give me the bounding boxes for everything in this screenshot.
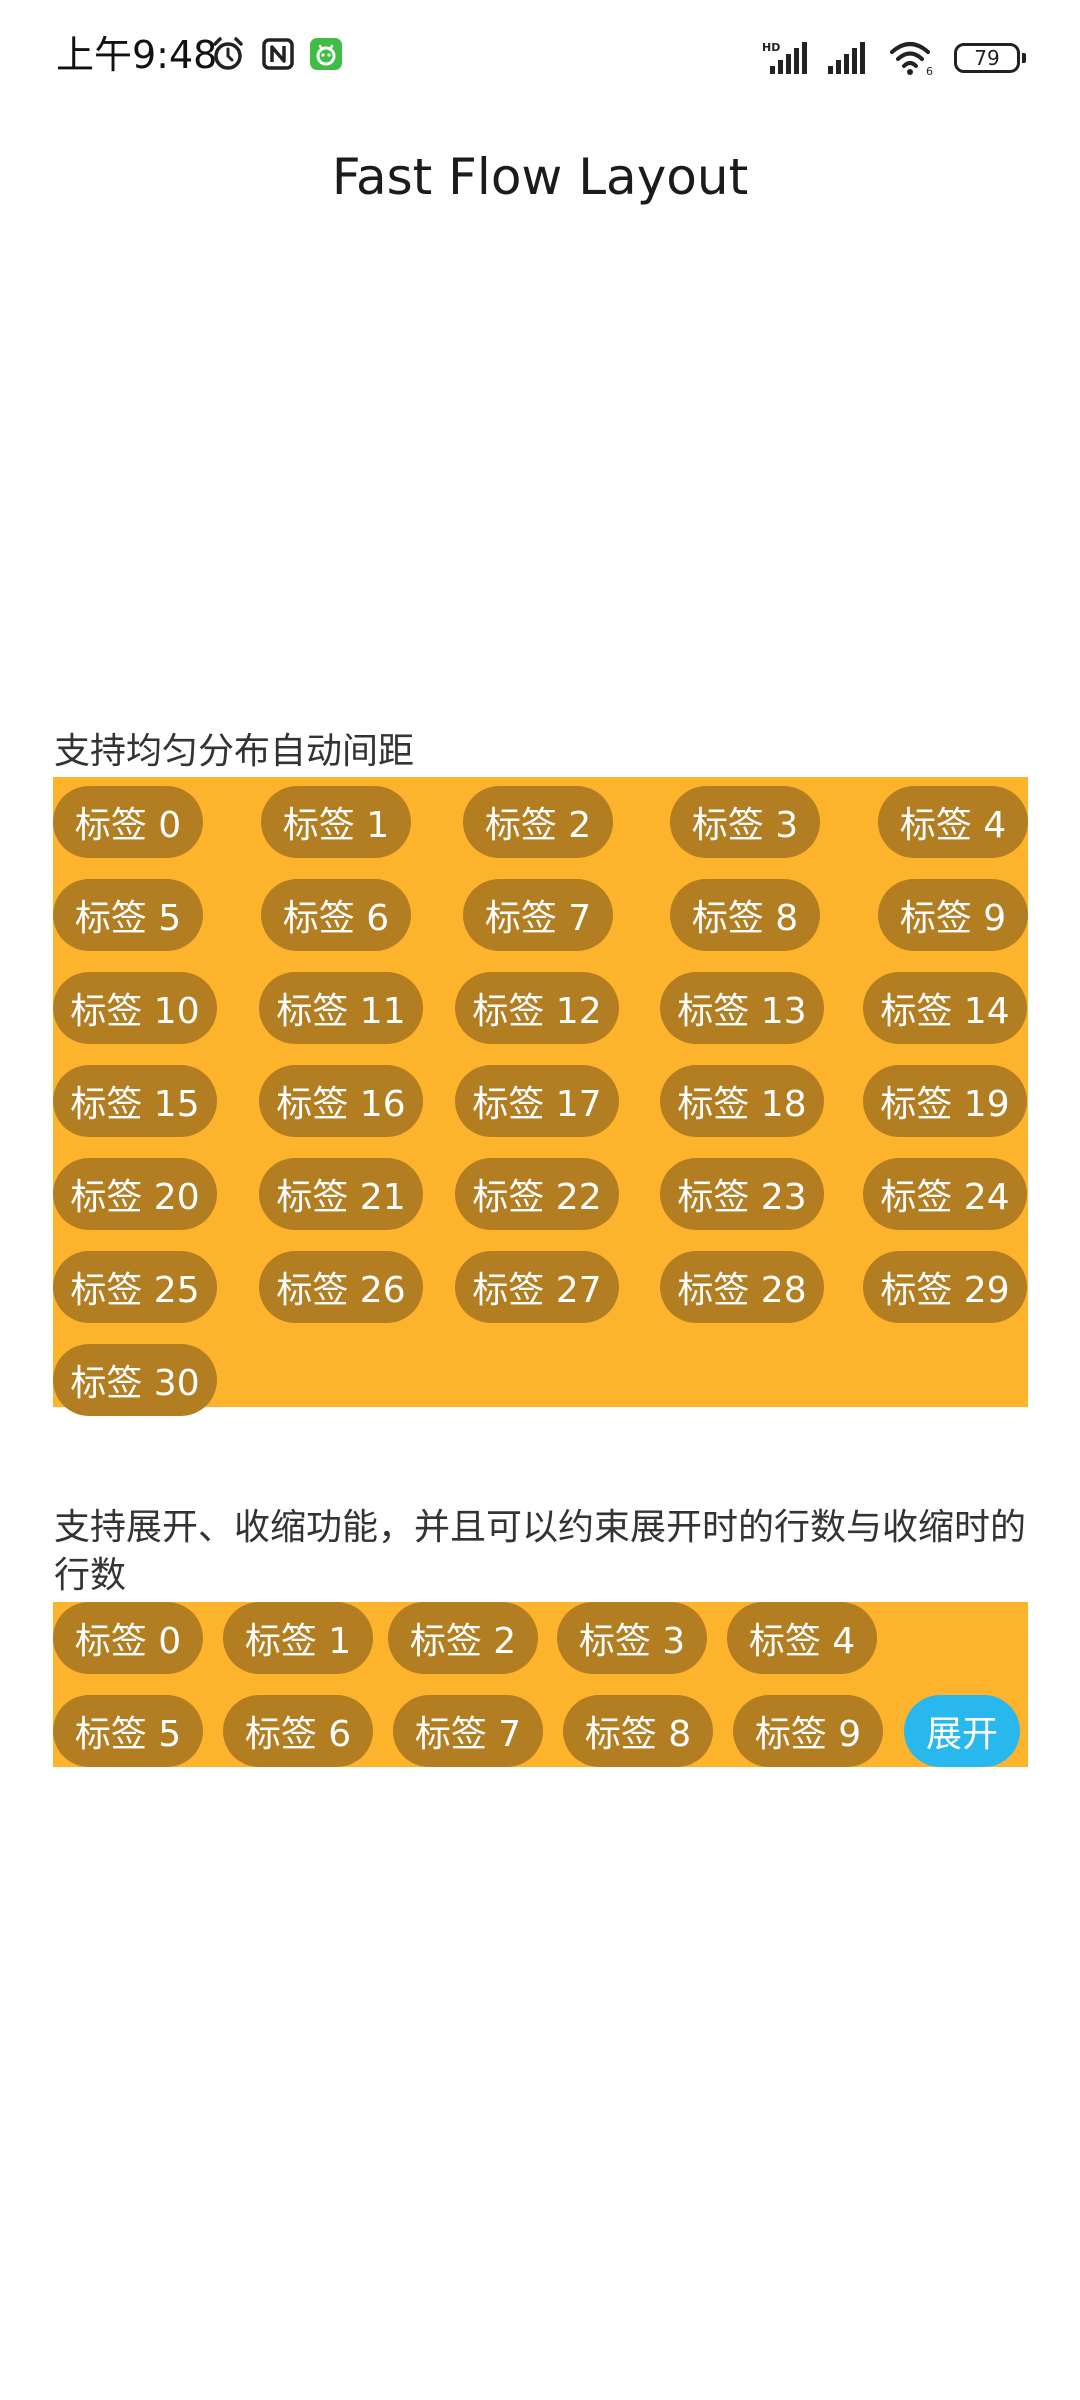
signal-hd-icon: HD	[762, 41, 807, 74]
tag-chip[interactable]: 标签 8	[670, 879, 820, 951]
tag-chip[interactable]: 标签 3	[557, 1602, 707, 1674]
status-right-group: HD 6 79	[762, 38, 1026, 78]
tag-chip[interactable]: 标签 19	[863, 1065, 1027, 1137]
tag-chip[interactable]: 标签 16	[259, 1065, 423, 1137]
page-title: Fast Flow Layout	[331, 148, 749, 206]
tag-chip[interactable]: 标签 10	[53, 972, 217, 1044]
svg-text:HD: HD	[762, 41, 780, 54]
tag-chip[interactable]: 标签 28	[660, 1251, 824, 1323]
tag-chip[interactable]: 标签 6	[223, 1695, 373, 1767]
tag-chip[interactable]: 标签 7	[393, 1695, 543, 1767]
tag-chip[interactable]: 标签 9	[733, 1695, 883, 1767]
even-distribution-label: 支持均匀分布自动间距	[54, 731, 415, 772]
tag-chip[interactable]: 标签 17	[455, 1065, 619, 1137]
tag-chip[interactable]: 标签 30	[53, 1344, 217, 1416]
tag-chip[interactable]: 标签 18	[660, 1065, 824, 1137]
signal-icon	[828, 42, 865, 74]
tag-chip[interactable]: 标签 26	[259, 1251, 423, 1323]
tag-chip[interactable]: 标签 15	[53, 1065, 217, 1137]
svg-text:6: 6	[926, 65, 933, 76]
tag-chip[interactable]: 标签 7	[463, 879, 613, 951]
tag-chip[interactable]: 标签 1	[261, 786, 411, 858]
tag-chip[interactable]: 标签 14	[863, 972, 1027, 1044]
tag-chip[interactable]: 标签 21	[259, 1158, 423, 1230]
tag-chip[interactable]: 标签 5	[53, 879, 203, 951]
expand-collapse-label: 支持展开、收缩功能，并且可以约束展开时的行数与收缩时的行数	[54, 1507, 1027, 1596]
tag-chip[interactable]: 标签 11	[259, 972, 423, 1044]
tag-chip[interactable]: 标签 1	[223, 1602, 373, 1674]
alarm-icon	[213, 37, 243, 70]
battery-indicator: 79	[954, 43, 1026, 73]
tag-chip[interactable]: 标签 23	[660, 1158, 824, 1230]
tag-chip[interactable]: 标签 27	[455, 1251, 619, 1323]
wifi-icon: 6	[890, 42, 933, 76]
tag-chip[interactable]: 标签 0	[53, 786, 203, 858]
tag-chip[interactable]: 标签 8	[563, 1695, 713, 1767]
tag-chip[interactable]: 标签 4	[878, 786, 1028, 858]
expand-button[interactable]: 展开	[904, 1695, 1020, 1767]
tag-chip[interactable]: 标签 4	[727, 1602, 877, 1674]
tag-chip[interactable]: 标签 2	[463, 786, 613, 858]
tag-chip[interactable]: 标签 24	[863, 1158, 1027, 1230]
tag-chip[interactable]: 标签 6	[261, 879, 411, 951]
status-time: 上午9:48	[56, 33, 218, 77]
tag-chip[interactable]: 标签 5	[53, 1695, 203, 1767]
tag-chip[interactable]: 标签 20	[53, 1158, 217, 1230]
app-notification-icon	[310, 38, 342, 70]
tag-chip[interactable]: 标签 25	[53, 1251, 217, 1323]
tag-chip[interactable]: 标签 13	[660, 972, 824, 1044]
tag-chip[interactable]: 标签 0	[53, 1602, 203, 1674]
status-bar: 上午9:48 HD 6 79	[0, 0, 1080, 112]
tag-chip[interactable]: 标签 22	[455, 1158, 619, 1230]
tag-chip[interactable]: 标签 2	[388, 1602, 538, 1674]
battery-level: 79	[974, 46, 1000, 70]
tag-chip[interactable]: 标签 9	[878, 879, 1028, 951]
tag-chip[interactable]: 标签 3	[670, 786, 820, 858]
expand-flow-container: 标签 0 标签 1 标签 2 标签 3 标签 4 标签 5 标签 6 标签 7 标签 8 标签 9…	[53, 1602, 1028, 1767]
nfc-icon	[262, 38, 294, 70]
tag-chip[interactable]: 标签 29	[863, 1251, 1027, 1323]
even-flow-container: 标签 0 标签 1 标签 2 标签 3 标签 4 标签 5 标签 6 标签 7 标签 8 标签 9…	[53, 777, 1028, 1416]
tag-chip[interactable]: 标签 12	[455, 972, 619, 1044]
